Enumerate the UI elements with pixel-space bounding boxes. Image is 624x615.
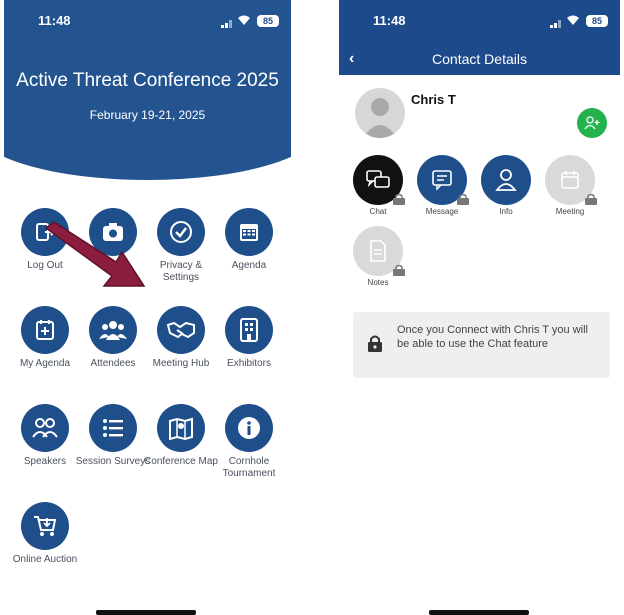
message-icon [417,155,469,205]
lock-icon [585,193,597,205]
action-meeting[interactable]: Meeting [542,155,598,216]
home-screen: 11:48 85 Active Threat Conference 2025 F… [4,0,291,615]
calendar-plus-icon [21,306,69,354]
tile-label: My Agenda [19,358,71,369]
tile-meeting-hub[interactable]: Meeting Hub [143,306,219,370]
add-user-icon [584,116,600,130]
contact-details-screen: 11:48 85 ‹ Contact Details Chris T Chat … [339,0,620,615]
tile-label: Meeting Hub [152,358,210,369]
contact-name: Chris T [411,92,456,107]
tile-cornhole-tournament[interactable]: Cornhole Tournament [211,404,287,480]
action-info[interactable]: Info [478,155,534,216]
tile-agenda[interactable]: Agenda [211,208,287,272]
action-label: Info [499,207,513,216]
tile-speakers[interactable]: Speakers [7,404,83,468]
conference-title: Active Threat Conference 2025 [16,70,279,91]
tile-label: Exhibitors [227,358,271,369]
avatar [355,88,405,138]
action-label: Message [425,207,459,216]
building-icon [225,306,273,354]
map-icon [157,404,205,452]
tile-label: Agenda [231,260,267,271]
people-icon [89,306,137,354]
check-circle-icon [157,208,205,256]
tile-online-auction[interactable]: Online Auction [7,502,83,566]
wifi-icon [566,15,580,29]
tile-session-surveys[interactable]: Session Surveys [75,404,151,468]
nav-bar: ‹ Contact Details [339,40,620,75]
tile-label: Online Auction [12,554,78,565]
tile-exhibitors[interactable]: Exhibitors [211,306,287,370]
action-label: Meeting [555,207,585,216]
calendar-icon [225,208,273,256]
page-title: Contact Details [432,51,527,67]
action-label: Notes [367,278,389,287]
tile-label: Conference Map [144,456,218,467]
cart-icon [21,502,69,550]
connect-button[interactable] [577,108,607,138]
lock-icon [368,335,382,352]
action-message[interactable]: Message [414,155,470,216]
battery-icon: 85 [257,15,279,27]
wifi-icon [237,15,251,29]
action-label: Chat [369,207,387,216]
list-icon [89,404,137,452]
action-notes[interactable]: Notes [350,226,406,287]
red-arrow-icon [44,221,146,287]
home-indicator [96,610,196,615]
tile-my-agenda[interactable]: My Agenda [7,306,83,370]
speakers-icon [21,404,69,452]
tile-privacy-settings[interactable]: Privacy & Settings [143,208,219,284]
action-chat[interactable]: Chat [350,155,406,216]
tile-label: Cornhole Tournament [222,456,276,479]
battery-icon: 85 [586,15,608,27]
status-time: 11:48 [38,13,71,28]
person-icon [481,155,531,205]
status-bar: 11:48 85 [339,0,620,40]
tile-label: Privacy & Settings [159,260,203,283]
info-icon [225,404,273,452]
home-indicator [429,610,529,615]
status-time: 11:48 [373,13,406,28]
conference-date: February 19-21, 2025 [89,108,206,122]
tile-label: Attendees [90,358,136,369]
chat-icon [353,155,405,205]
notice-text: Once you Connect with Chris T you will b… [397,324,588,350]
lock-icon [393,264,405,276]
lock-icon [457,193,469,205]
locked-notice: Once you Connect with Chris T you will b… [353,312,610,378]
tile-conference-map[interactable]: Conference Map [143,404,219,468]
tile-label: Session Surveys [75,456,151,467]
signal-icon [221,20,235,28]
lock-icon [393,193,405,205]
tile-label: Speakers [23,456,67,467]
calendar-icon [545,155,597,205]
status-bar: 11:48 85 [4,0,291,40]
signal-icon [550,20,564,28]
handshake-icon [157,306,205,354]
notes-icon [353,226,405,276]
tile-attendees[interactable]: Attendees [75,306,151,370]
